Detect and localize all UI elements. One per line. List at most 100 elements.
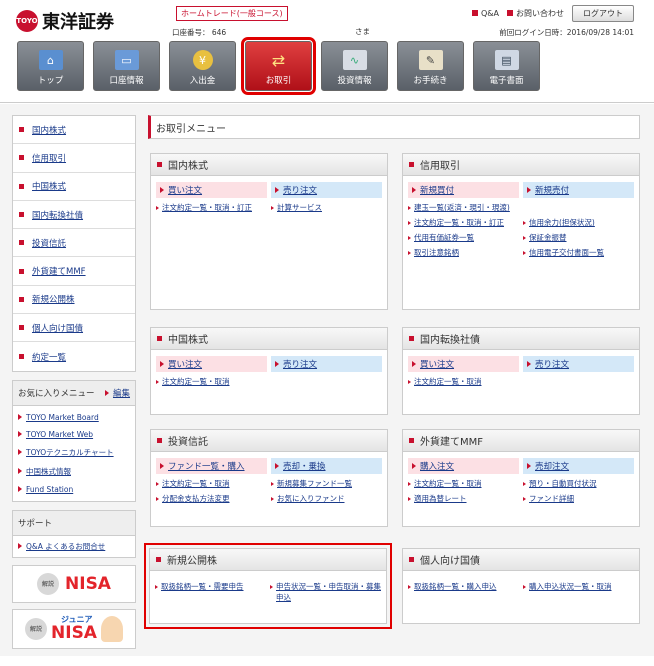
- sell-order-link[interactable]: 新規売付: [523, 182, 634, 198]
- panel-link[interactable]: 注文約定一覧・取消: [162, 376, 230, 387]
- gnav-deposit[interactable]: ¥ 入出金: [169, 41, 236, 91]
- favorites-edit-link[interactable]: 編集: [104, 387, 130, 399]
- link-item[interactable]: 保証金振替: [523, 232, 634, 243]
- link-item[interactable]: 注文約定一覧・取消: [408, 376, 634, 387]
- gnav-account[interactable]: ▭ 口座情報: [93, 41, 160, 91]
- buy-link[interactable]: 買い注文: [168, 358, 202, 370]
- gnav-top[interactable]: ⌂ トップ: [17, 41, 84, 91]
- panel-link[interactable]: 新規募集ファンド一覧: [277, 478, 352, 489]
- link-item[interactable]: 信用電子交付書面一覧: [523, 247, 634, 258]
- support-link[interactable]: Q&A よくあるお問合せ: [26, 541, 105, 552]
- sell-link[interactable]: 売却注文: [535, 460, 569, 472]
- sidebar-item[interactable]: 約定一覧: [13, 342, 135, 370]
- link-item[interactable]: 注文約定一覧・取消: [408, 478, 519, 489]
- buy-order-link[interactable]: 購入注文: [408, 458, 519, 474]
- link-item[interactable]: 取扱銘柄一覧・購入申込: [408, 581, 519, 592]
- sidebar-link[interactable]: 国内株式: [32, 124, 66, 136]
- sidebar-item[interactable]: 投資信託: [13, 229, 135, 258]
- gnav-procedure[interactable]: ✎ お手続き: [397, 41, 464, 91]
- buy-link[interactable]: ファンド一覧・購入: [168, 460, 245, 472]
- sell-order-link[interactable]: 売り注文: [271, 356, 382, 372]
- link-item[interactable]: 預り・自動買付状況: [523, 478, 634, 489]
- sell-link[interactable]: 売却・乗換: [283, 460, 326, 472]
- link-item[interactable]: 取扱銘柄一覧・需要申告: [155, 581, 266, 603]
- panel-link[interactable]: 計算サービス: [277, 202, 322, 213]
- junior-nisa-banner[interactable]: ジュニア 解説 NISA: [12, 608, 136, 649]
- panel-link[interactable]: 信用余力(担保状況): [529, 217, 595, 228]
- link-item[interactable]: 建玉一覧(返済・現引・現渡): [408, 202, 634, 213]
- logout-button[interactable]: ログアウト: [572, 5, 634, 22]
- link-item[interactable]: 注文約定一覧・取消・訂正: [156, 202, 267, 213]
- favorite-link[interactable]: 中国株式情報: [26, 466, 71, 477]
- sidebar-link[interactable]: 国内転換社債: [32, 209, 83, 221]
- buy-link[interactable]: 新規買付: [420, 184, 454, 196]
- sidebar-link[interactable]: 個人向け国債: [32, 322, 83, 334]
- sidebar-link[interactable]: 約定一覧: [32, 351, 66, 363]
- sidebar-item[interactable]: 信用取引: [13, 144, 135, 173]
- panel-link[interactable]: 注文約定一覧・取消・訂正: [162, 202, 252, 213]
- buy-order-link[interactable]: 新規買付: [408, 182, 519, 198]
- buy-link[interactable]: 購入注文: [420, 460, 454, 472]
- panel-link[interactable]: 取引注意銘柄: [414, 247, 459, 258]
- sell-order-link[interactable]: 売り注文: [523, 356, 634, 372]
- buy-link[interactable]: 買い注文: [168, 184, 202, 196]
- sidebar-link[interactable]: 中国株式: [32, 180, 66, 192]
- buy-link[interactable]: 買い注文: [420, 358, 454, 370]
- sell-link[interactable]: 売り注文: [535, 358, 569, 370]
- panel-link[interactable]: 保証金振替: [529, 232, 567, 243]
- link-item[interactable]: ファンド詳細: [523, 493, 634, 504]
- qa-link[interactable]: Q&A: [471, 9, 499, 18]
- panel-link[interactable]: 申告状況一覧・申告取消・募集申込: [276, 581, 381, 603]
- sidebar-link[interactable]: 外貨建てMMF: [32, 265, 86, 277]
- buy-order-link[interactable]: 買い注文: [156, 356, 267, 372]
- link-item[interactable]: 注文約定一覧・取消・訂正: [408, 217, 519, 228]
- panel-link[interactable]: お気に入りファンド: [277, 493, 345, 504]
- buy-order-link[interactable]: 買い注文: [156, 182, 267, 198]
- panel-link[interactable]: 信用電子交付書面一覧: [529, 247, 604, 258]
- sidebar-item[interactable]: 国内転換社債: [13, 201, 135, 230]
- logo[interactable]: TOYO 東洋証券: [16, 8, 114, 34]
- panel-link[interactable]: 購入申込状況一覧・取消: [529, 581, 612, 592]
- link-item[interactable]: 代用有価証券一覧: [408, 232, 519, 243]
- gnav-trade[interactable]: ⇄ お取引: [241, 37, 316, 95]
- link-item[interactable]: 申告状況一覧・申告取消・募集申込: [270, 581, 381, 603]
- gnav-edoc[interactable]: ▤ 電子書面: [473, 41, 540, 91]
- favorite-link[interactable]: TOYO Market Board: [26, 413, 99, 422]
- favorite-link[interactable]: TOYOテクニカルチャート: [26, 447, 114, 458]
- sidebar-link[interactable]: 投資信託: [32, 237, 66, 249]
- link-item[interactable]: 新規募集ファンド一覧: [271, 478, 382, 489]
- sidebar-item[interactable]: 個人向け国債: [13, 314, 135, 343]
- link-item[interactable]: 取引注意銘柄: [408, 247, 519, 258]
- gnav-info[interactable]: ∿ 投資情報: [321, 41, 388, 91]
- nisa-banner[interactable]: 解説 NISA: [12, 564, 136, 603]
- buy-order-link[interactable]: ファンド一覧・購入: [156, 458, 267, 474]
- favorite-item[interactable]: TOYO Market Web: [13, 426, 135, 443]
- sell-order-link[interactable]: 売却注文: [523, 458, 634, 474]
- panel-link[interactable]: 注文約定一覧・取消・訂正: [414, 217, 504, 228]
- link-item[interactable]: 分配金支払方法変更: [156, 493, 267, 504]
- link-item[interactable]: 計算サービス: [271, 202, 382, 213]
- panel-link[interactable]: 預り・自動買付状況: [529, 478, 597, 489]
- favorite-item[interactable]: TOYOテクニカルチャート: [13, 443, 135, 462]
- support-item[interactable]: Q&A よくあるお問合せ: [13, 536, 135, 557]
- link-item[interactable]: 注文約定一覧・取消: [156, 376, 382, 387]
- sell-order-link[interactable]: 売り注文: [271, 182, 382, 198]
- panel-link[interactable]: 適用為替レート: [414, 493, 467, 504]
- contact-link[interactable]: お問い合わせ: [507, 8, 564, 19]
- favorite-link[interactable]: TOYO Market Web: [26, 430, 93, 439]
- panel-link[interactable]: 建玉一覧(返済・現引・現渡): [414, 202, 510, 213]
- sidebar-item[interactable]: 外貨建てMMF: [13, 257, 135, 286]
- sidebar-item[interactable]: 中国株式: [13, 173, 135, 201]
- edit-link[interactable]: 編集: [113, 387, 130, 399]
- sell-link[interactable]: 売り注文: [283, 184, 317, 196]
- panel-link[interactable]: 代用有価証券一覧: [414, 232, 474, 243]
- panel-link[interactable]: 取扱銘柄一覧・購入申込: [414, 581, 497, 592]
- link-item[interactable]: 購入申込状況一覧・取消: [523, 581, 634, 592]
- panel-link[interactable]: 注文約定一覧・取消: [414, 478, 482, 489]
- favorite-item[interactable]: TOYO Market Board: [13, 409, 135, 426]
- panel-link[interactable]: 分配金支払方法変更: [162, 493, 230, 504]
- sell-link[interactable]: 売り注文: [283, 358, 317, 370]
- panel-link[interactable]: 注文約定一覧・取消: [162, 478, 230, 489]
- buy-order-link[interactable]: 買い注文: [408, 356, 519, 372]
- panel-link[interactable]: 注文約定一覧・取消: [414, 376, 482, 387]
